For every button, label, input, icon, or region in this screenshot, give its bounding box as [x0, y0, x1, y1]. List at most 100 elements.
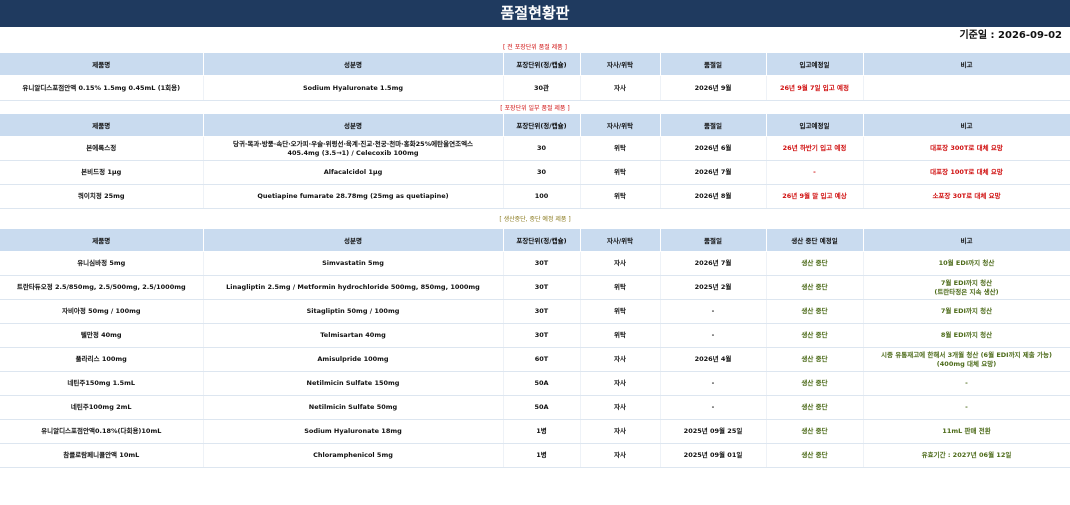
note-line: 10월 EDI까지 청산 [938, 259, 995, 267]
product-name: 텔만정 40mg [0, 323, 204, 348]
maker-type: 자사 [580, 395, 661, 420]
table-row: 네틴주100mg 2mL Netilmicin Sulfate 50mg 50A 자사… [0, 395, 1070, 420]
discontinue-date: 생산 중단 [766, 419, 864, 444]
ingredient: Sodium Hyaluronate 1.5mg [203, 75, 504, 101]
discontinue-date: 생산 중단 [766, 323, 864, 348]
soldout-date: 2026년 6월 [660, 136, 767, 161]
column-header: 제품명 [0, 114, 204, 137]
package-unit: 60T [503, 347, 581, 372]
package-unit: 30T [503, 299, 581, 324]
note-line: (트란타정은 지속 생산) [934, 287, 999, 296]
column-header: 제품명 [0, 53, 204, 76]
note: 유효기간 : 2027년 06월 12일 [863, 443, 1070, 468]
soldout-date: 2026년 4월 [660, 347, 767, 372]
table-row: 본에록스정 당귀·목과·방풍·속단·오가피·우슬·위령선·육계·진교·천궁·천마·… [0, 136, 1070, 161]
soldout-date: - [660, 395, 767, 420]
column-header: 포장단위(정/캡슐) [503, 53, 581, 76]
arrival-date: 26년 하반기 입고 예정 [766, 136, 864, 161]
package-unit: 30 [503, 160, 581, 185]
note: - [863, 371, 1070, 396]
soldout-date: 2025년 09월 25일 [660, 419, 767, 444]
column-header: 생산 중단 예정일 [766, 229, 864, 252]
table-header-row: 제품명 성분명 포장단위(정/캡슐) 자사/위탁 품절일 생산 중단 예정일 비고 [0, 229, 1070, 252]
product-name: 참클로람페니콜안액 10mL [0, 443, 204, 468]
discontinue-date: 생산 중단 [766, 251, 864, 276]
arrival-date: 26년 9월 말 입고 예상 [766, 184, 864, 209]
table-row: 본비드정 1μg Alfacalcidol 1μg 30 위탁 2026년 7월 - 대포장… [0, 160, 1070, 185]
table-discontinued: 제품명 성분명 포장단위(정/캡슐) 자사/위탁 품절일 생산 중단 예정일 비고 유니심바… [0, 229, 1070, 468]
column-header: 자사/위탁 [580, 53, 661, 76]
table-partial-soldout: 제품명 성분명 포장단위(정/캡슐) 자사/위탁 품절일 입고예정일 비고 본에록스정 당귀·… [0, 114, 1070, 209]
note: 11mL 판매 전환 [863, 419, 1070, 444]
ingredient: Sitagliptin 50mg / 100mg [203, 299, 504, 324]
product-name: 풀라리스 100mg [0, 347, 204, 372]
product-name: 유니알디스포점안액 0.15% 1.5mg 0.45mL (1회용) [0, 75, 204, 101]
package-unit: 30T [503, 251, 581, 276]
note-line: 7월 EDI까지 청산 [940, 307, 993, 315]
ingredient-line: 405.4mg (3.5→1) / Celecoxib 100mg [287, 148, 419, 157]
maker-type: 위탁 [580, 184, 661, 209]
ingredient: Netilmicin Sulfate 50mg [203, 395, 504, 420]
table-row: 트란타듀오정 2.5/850mg, 2.5/500mg, 2.5/1000mg L… [0, 275, 1070, 300]
discontinue-date: 생산 중단 [766, 395, 864, 420]
column-header: 성분명 [203, 229, 504, 252]
discontinue-date: 생산 중단 [766, 347, 864, 372]
product-name: 본에록스정 [0, 136, 204, 161]
note: 대포장 100T로 대체 요망 [863, 160, 1070, 185]
maker-type: 자사 [580, 371, 661, 396]
maker-type: 자사 [580, 75, 661, 101]
package-unit: 30 [503, 136, 581, 161]
arrival-date: 26년 9월 7일 입고 예정 [766, 75, 864, 101]
column-header: 포장단위(정/캡슐) [503, 114, 581, 137]
note-line: 11mL 판매 전환 [942, 427, 991, 435]
product-name: 자비아정 50mg / 100mg [0, 299, 204, 324]
ingredient: Linagliptin 2.5mg / Metformin hydrochlor… [203, 275, 504, 300]
note-line: 시중 유통재고에 한해서 3개월 청산 (6월 EDI까지 제출 가능) [881, 350, 1052, 359]
ingredient: Amisulpride 100mg [203, 347, 504, 372]
note [863, 75, 1070, 101]
table-header-row: 제품명 성분명 포장단위(정/캡슐) 자사/위탁 품절일 입고예정일 비고 [0, 114, 1070, 137]
column-header: 포장단위(정/캡슐) [503, 229, 581, 252]
column-header: 품절일 [660, 114, 767, 137]
discontinue-date: 생산 중단 [766, 299, 864, 324]
ingredient-line: 당귀·목과·방풍·속단·오가피·우슬·위령선·육계·진교·천궁·천마·홍화25%… [232, 139, 474, 148]
table-row: 자비아정 50mg / 100mg Sitagliptin 50mg / 100m… [0, 299, 1070, 324]
note: 대포장 300T로 대체 요망 [863, 136, 1070, 161]
ingredient: Chloramphenicol 5mg [203, 443, 504, 468]
product-name: 네틴주150mg 1.5mL [0, 371, 204, 396]
note: 10월 EDI까지 청산 [863, 251, 1070, 276]
package-unit: 1병 [503, 419, 581, 444]
maker-type: 위탁 [580, 275, 661, 300]
maker-type: 자사 [580, 347, 661, 372]
column-header: 입고예정일 [766, 53, 864, 76]
maker-type: 위탁 [580, 299, 661, 324]
note-line: 7월 EDI까지 청산 [940, 278, 993, 287]
arrival-date: - [766, 160, 864, 185]
maker-type: 자사 [580, 251, 661, 276]
product-name: 유니알디스포점안액0.18%(다회용)10mL [0, 419, 204, 444]
column-header: 품절일 [660, 229, 767, 252]
note: - [863, 395, 1070, 420]
product-name: 유니심바정 5mg [0, 251, 204, 276]
ingredient: Simvastatin 5mg [203, 251, 504, 276]
column-header: 비고 [863, 53, 1070, 76]
note: 소포장 30T로 대체 요망 [863, 184, 1070, 209]
soldout-date: 2026년 7월 [660, 160, 767, 185]
column-header: 성분명 [203, 114, 504, 137]
section-label-all-soldout: [ 전 포장단위 품절 제품 ] [503, 44, 567, 51]
maker-type: 위탁 [580, 136, 661, 161]
ingredient: Netilmicin Sulfate 150mg [203, 371, 504, 396]
note-line: - [965, 403, 968, 411]
table-header-row: 제품명 성분명 포장단위(정/캡슐) 자사/위탁 품절일 입고예정일 비고 [0, 53, 1070, 76]
product-name: 네틴주100mg 2mL [0, 395, 204, 420]
note-line: 유효기간 : 2027년 06월 12일 [921, 451, 1012, 459]
page-title: 품절현황판 [0, 0, 1070, 27]
discontinue-date: 생산 중단 [766, 371, 864, 396]
column-header: 성분명 [203, 53, 504, 76]
table-row: 유니알디스포점안액0.18%(다회용)10mL Sodium Hyaluronat… [0, 419, 1070, 444]
soldout-date: 2025년 2월 [660, 275, 767, 300]
note-line: - [965, 379, 968, 387]
column-header: 품절일 [660, 53, 767, 76]
ingredient: Quetiapine fumarate 28.78mg (25mg as que… [203, 184, 504, 209]
note: 7월 EDI까지 청산 [863, 299, 1070, 324]
